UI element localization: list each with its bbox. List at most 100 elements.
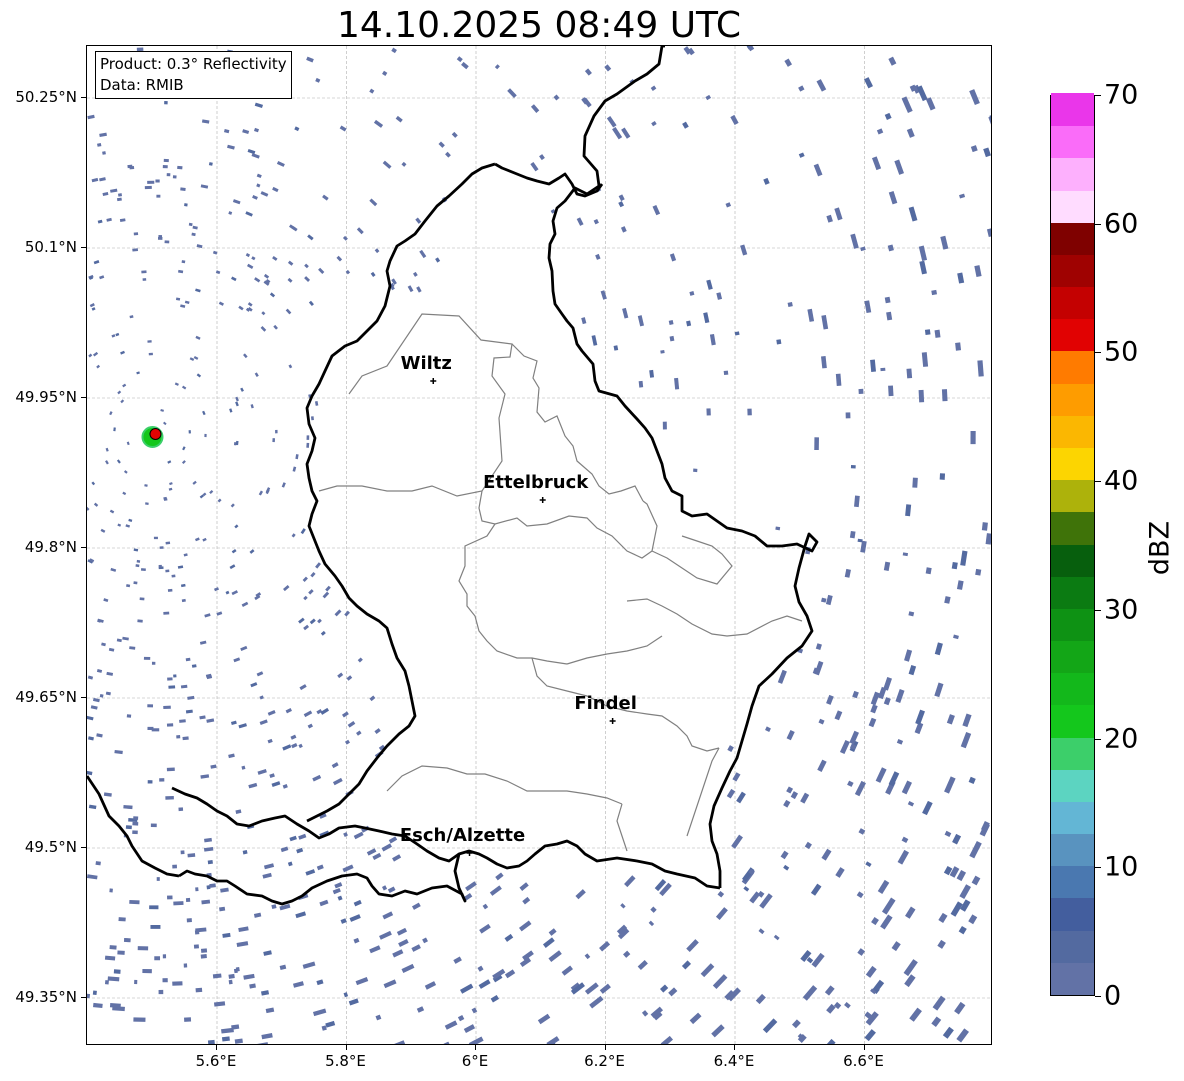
echo-cell	[749, 891, 761, 904]
echo-cell	[956, 580, 964, 590]
echo-cell	[159, 778, 165, 782]
echo-cell	[247, 148, 256, 155]
echo-cell	[142, 278, 147, 281]
echo-cell	[344, 610, 350, 617]
echo-cell	[256, 183, 261, 188]
echo-cell	[648, 920, 655, 927]
echo-cell	[599, 941, 611, 952]
echo-cell	[263, 950, 272, 956]
echo-cell	[897, 849, 910, 865]
echo-cell	[757, 890, 765, 898]
colorbar-unit-label: dBZ	[1144, 520, 1176, 576]
echo-cell	[877, 879, 890, 894]
echo-cell	[123, 937, 131, 943]
lon-tick	[345, 1045, 347, 1050]
echo-cell	[975, 568, 982, 576]
lon-tick-label: 6.4°E	[713, 1052, 755, 1070]
echo-cell	[133, 548, 139, 552]
lon-tick	[216, 1045, 217, 1050]
echo-cell	[381, 885, 388, 891]
echo-cell	[353, 831, 364, 840]
echo-cell	[461, 61, 469, 70]
echo-cell	[620, 226, 627, 233]
echo-cell	[234, 1038, 243, 1044]
echo-cell	[880, 367, 886, 372]
echo-cell	[245, 211, 253, 217]
grid-lines	[87, 46, 991, 1044]
echo-cell	[256, 1042, 269, 1044]
echo-cell	[88, 804, 97, 810]
echo-cell	[783, 864, 790, 871]
echo-cell	[271, 904, 277, 910]
echo-cell	[316, 979, 324, 986]
echo-cell	[251, 153, 260, 159]
echo-cell	[465, 881, 477, 892]
echo-cell	[660, 1035, 674, 1044]
radar-map[interactable]	[86, 45, 992, 1045]
echo-cell	[123, 805, 133, 810]
echo-cell	[353, 899, 362, 907]
colorbar-tick	[1095, 352, 1101, 354]
echo-cell	[908, 664, 917, 676]
echo-cell	[379, 930, 392, 940]
echo-cell	[129, 899, 140, 905]
echo-cell	[970, 430, 976, 445]
echo-cell	[860, 540, 867, 553]
echo-cell	[776, 339, 782, 345]
echo-cell	[870, 704, 878, 714]
echo-cell	[482, 903, 489, 910]
echo-cell	[883, 561, 891, 572]
lon-tick-label: 6.6°E	[843, 1052, 884, 1070]
echo-cell	[747, 408, 752, 416]
echo-cell	[238, 723, 247, 729]
echo-cell	[584, 68, 592, 76]
echo-cell	[858, 388, 864, 395]
echo-cell	[537, 1013, 551, 1025]
echo-cell	[259, 719, 268, 726]
echo-cell	[734, 331, 740, 336]
echo-cell	[347, 721, 356, 728]
echo-cell	[459, 983, 474, 994]
echo-cell	[300, 528, 306, 535]
echo-cell	[285, 708, 292, 714]
echo-cell	[263, 863, 275, 870]
echo-cell	[369, 945, 381, 954]
echo-cell	[135, 564, 140, 568]
echo-cell	[303, 710, 313, 718]
echo-cell	[581, 317, 587, 325]
echo-cell	[133, 816, 139, 820]
colorbar-segment	[1051, 672, 1094, 706]
echo-cell	[807, 308, 815, 322]
colorbar-segment	[1051, 833, 1094, 867]
city-label: Esch/Alzette	[399, 825, 526, 846]
echo-cell	[201, 119, 210, 124]
echo-cell	[202, 537, 207, 542]
echo-cell	[921, 352, 929, 367]
echo-cell	[868, 717, 877, 728]
echo-cell	[228, 973, 235, 979]
echo-cell	[907, 801, 915, 807]
echo-cell	[747, 46, 755, 52]
lat-tick-label: 49.8°N	[24, 538, 77, 556]
echo-cell	[686, 939, 699, 953]
echo-cell	[909, 1007, 922, 1022]
echo-cell	[126, 714, 132, 718]
echo-cell	[184, 203, 188, 207]
echo-cell	[711, 1024, 725, 1038]
colorbar-segment	[1051, 704, 1094, 738]
echo-cell	[288, 364, 293, 369]
colorbar-tick	[1095, 996, 1101, 997]
echo-cell	[490, 994, 500, 1003]
echo-cell	[215, 270, 221, 275]
echo-cell	[303, 624, 310, 631]
echo-cell	[199, 640, 207, 645]
echo-cell	[952, 833, 962, 845]
echo-cell	[396, 927, 408, 936]
echo-cell	[539, 154, 545, 161]
lat-tick-label: 49.65°N	[15, 688, 77, 706]
echo-cell	[262, 872, 272, 879]
echo-cell	[325, 1020, 336, 1028]
echo-cell	[180, 583, 186, 588]
echo-cell	[298, 743, 303, 749]
echo-cell	[576, 217, 584, 226]
